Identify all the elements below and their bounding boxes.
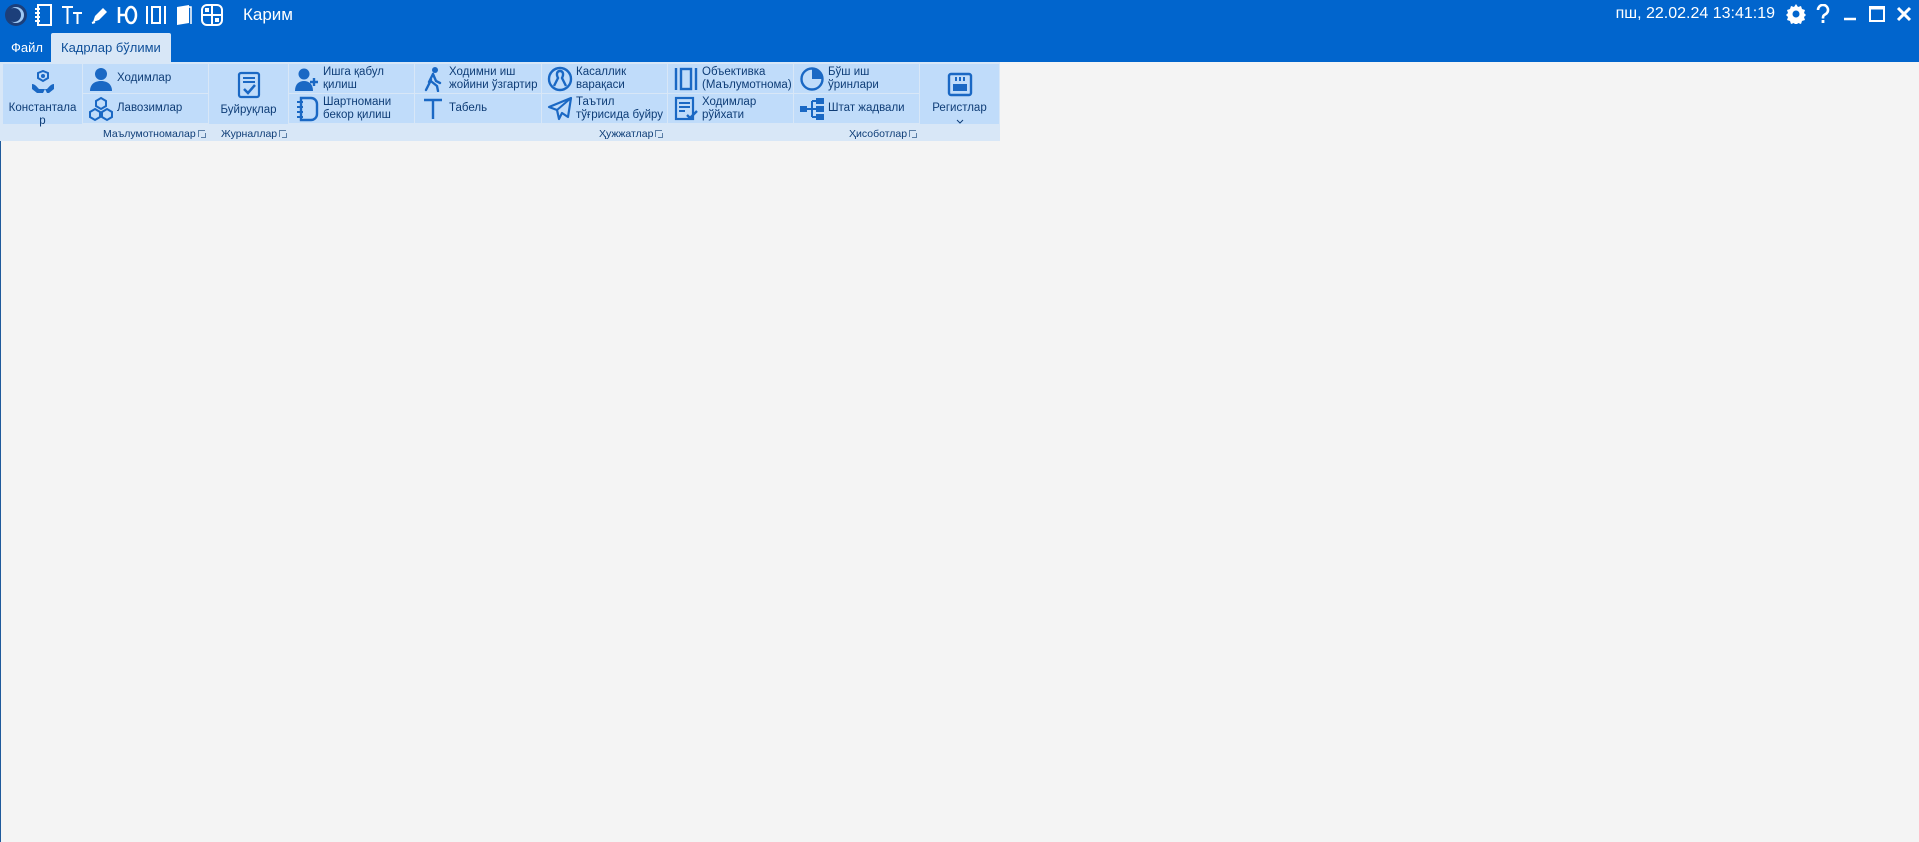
register-icon bbox=[945, 70, 975, 98]
group-references-label: Маълумотномалар bbox=[103, 127, 196, 140]
pen-icon[interactable] bbox=[86, 2, 114, 28]
person-add-icon bbox=[293, 65, 321, 93]
vacancies-label: Бўш иш ўринлари bbox=[828, 65, 879, 91]
paper-plane-icon bbox=[546, 95, 574, 123]
columns-icon[interactable] bbox=[142, 2, 170, 28]
maximize-icon[interactable] bbox=[1863, 1, 1890, 27]
book-icon[interactable] bbox=[170, 2, 198, 28]
group-reports[interactable]: Ҳисоботлар bbox=[849, 127, 918, 140]
cancel-contract-label: Шартномани бекор қилиш bbox=[323, 95, 392, 121]
group-references[interactable]: Маълумотномалар bbox=[103, 127, 206, 140]
vacation-order-button[interactable]: Таътил тўғрисида буйру bbox=[542, 94, 667, 123]
positions-label: Лавозимлар bbox=[117, 102, 183, 114]
group-journals[interactable]: Журналлар bbox=[221, 127, 288, 140]
sick-leave-label: Касаллик варақаси bbox=[576, 65, 627, 91]
tab-hr-department[interactable]: Кадрлар бўлими bbox=[51, 33, 171, 62]
employees-button[interactable]: Ходимлар bbox=[83, 64, 208, 93]
hire-button[interactable]: Ишга қабул қилиш bbox=[289, 64, 414, 93]
list-check-icon bbox=[672, 95, 700, 123]
employee-list-label: Ходимлар рўйхати bbox=[702, 95, 757, 121]
org-tree-icon bbox=[798, 95, 826, 123]
group-reports-label: Ҳисоботлар bbox=[849, 127, 908, 140]
yu-letters-icon[interactable] bbox=[114, 2, 142, 28]
positions-button[interactable]: Лавозимлар bbox=[83, 94, 208, 123]
minimize-icon[interactable] bbox=[1836, 1, 1863, 27]
columns-icon bbox=[672, 65, 700, 93]
help-icon[interactable] bbox=[1809, 1, 1836, 27]
orders-label: Буйруқлар bbox=[220, 104, 277, 116]
constants-label: Константала р bbox=[8, 102, 77, 127]
orders-button[interactable]: Буйруқлар bbox=[209, 64, 288, 124]
ribbon-awareness-icon bbox=[546, 65, 574, 93]
staffing-label: Штат жадвали bbox=[828, 102, 905, 114]
group-journals-label: Журналлар bbox=[221, 127, 278, 140]
text-size-icon[interactable] bbox=[58, 2, 86, 28]
title-bar: Карим пш, 22.02.24 13:41:19 bbox=[0, 0, 1919, 29]
window-title: Карим bbox=[243, 5, 293, 24]
chevron-down-icon bbox=[956, 115, 964, 128]
workspace bbox=[1, 141, 1919, 842]
app-logo-icon[interactable] bbox=[2, 2, 30, 28]
letter-t-icon bbox=[419, 95, 447, 123]
cancel-contract-button[interactable]: Шартномани бекор қилиш bbox=[289, 94, 414, 123]
document-check-icon bbox=[234, 70, 264, 100]
registers-label: Регистлар bbox=[932, 102, 987, 114]
ribbon: Константала р Ходимлар Лавозимлар Маълум… bbox=[0, 62, 1000, 141]
dialog-launcher-icon[interactable] bbox=[197, 129, 206, 138]
person-icon bbox=[87, 65, 115, 93]
pie-chart-icon bbox=[798, 65, 826, 93]
constants-button[interactable]: Константала р bbox=[3, 64, 82, 127]
grid-icon[interactable] bbox=[198, 2, 226, 28]
close-icon[interactable] bbox=[1890, 1, 1917, 27]
dialog-launcher-icon[interactable] bbox=[655, 129, 664, 138]
walking-person-icon bbox=[419, 65, 447, 93]
timesheet-button[interactable]: Табель bbox=[415, 94, 541, 123]
vacancies-button[interactable]: Бўш иш ўринлари bbox=[794, 64, 919, 93]
hire-label: Ишга қабул қилиш bbox=[323, 65, 384, 91]
hierarchy-icon bbox=[87, 95, 115, 123]
group-documents-label: Ҳужжатлар bbox=[599, 127, 654, 140]
sick-leave-button[interactable]: Касаллик варақаси bbox=[542, 64, 667, 93]
objective-label: Объективка (Маълумотнома) bbox=[702, 65, 792, 91]
employees-label: Ходимлар bbox=[117, 72, 172, 84]
objective-button[interactable]: Объективка (Маълумотнома) bbox=[668, 64, 793, 93]
notebook-icon bbox=[293, 95, 321, 123]
datetime-display: пш, 22.02.24 13:41:19 bbox=[1615, 5, 1775, 22]
tab-file[interactable]: Файл bbox=[1, 33, 53, 62]
staffing-button[interactable]: Штат жадвали bbox=[794, 94, 919, 123]
tab-bar: Файл Кадрлар бўлими bbox=[0, 29, 1919, 62]
dialog-launcher-icon[interactable] bbox=[909, 129, 918, 138]
vacation-order-label: Таътил тўғрисида буйру bbox=[576, 95, 664, 121]
window-controls bbox=[1782, 1, 1917, 27]
registers-button[interactable]: Регистлар bbox=[920, 64, 999, 124]
gear-icon[interactable] bbox=[1782, 1, 1809, 27]
notebook-icon[interactable] bbox=[30, 2, 58, 28]
timesheet-label: Табель bbox=[449, 102, 488, 114]
quick-access-toolbar bbox=[2, 2, 226, 28]
hands-cog-icon bbox=[28, 70, 58, 98]
employee-list-button[interactable]: Ходимлар рўйхати bbox=[668, 94, 793, 123]
group-documents[interactable]: Ҳужжатлар bbox=[599, 127, 664, 140]
dialog-launcher-icon[interactable] bbox=[279, 129, 288, 138]
change-workplace-button[interactable]: Ходимни иш жойини ўзгартир bbox=[415, 64, 541, 93]
change-workplace-label: Ходимни иш жойини ўзгартир bbox=[449, 65, 538, 91]
